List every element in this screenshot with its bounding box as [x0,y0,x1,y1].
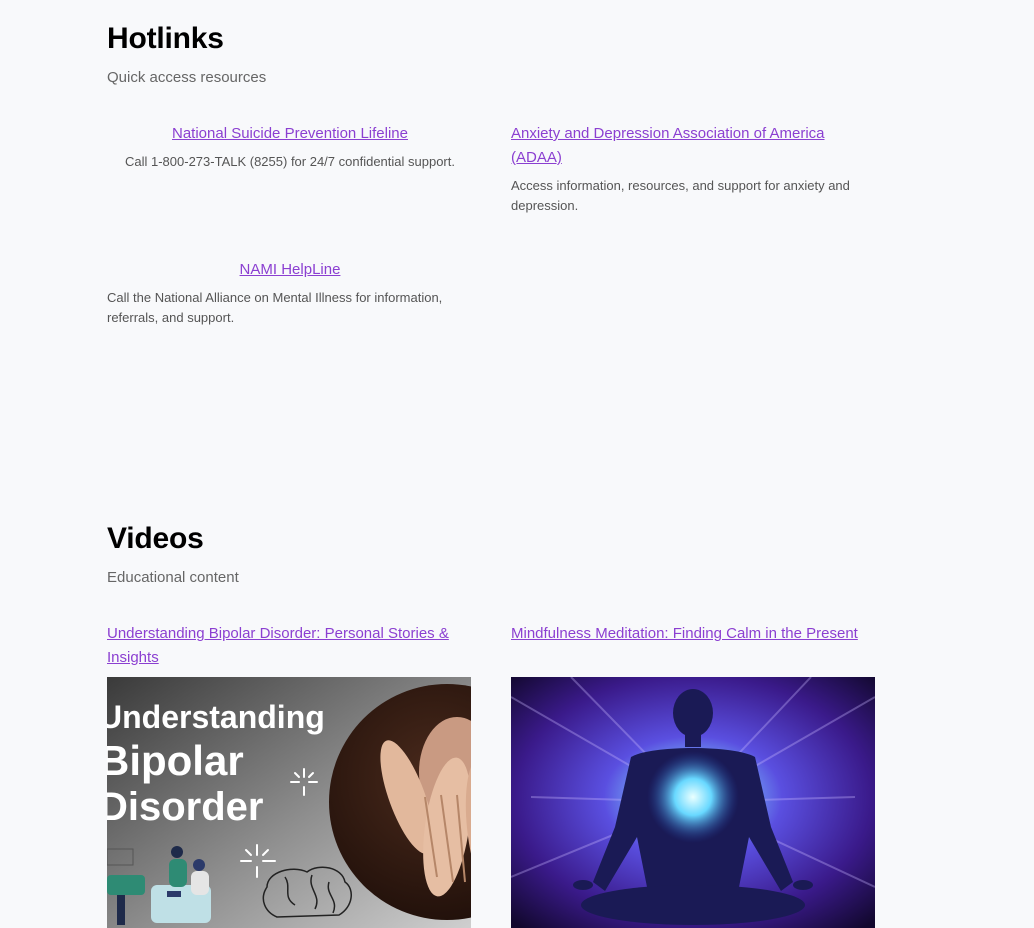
hotlink-card-nami: NAMI HelpLine Call the National Alliance… [107,258,473,328]
video-link-mindfulness[interactable]: Mindfulness Meditation: Finding Calm in … [511,625,858,642]
thumbnail-text-line-3: Disorder [107,785,264,829]
video-thumbnail-bipolar[interactable]: Understanding Bipolar Disorder [107,677,471,928]
hotlink-suicide-lifeline[interactable]: National Suicide Prevention Lifeline [172,125,408,142]
hotlink-nami-description: Call the National Alliance on Mental Ill… [107,290,443,325]
video-card-bipolar: Understanding Bipolar Disorder: Personal… [107,622,473,670]
hotlink-card-suicide-lifeline: National Suicide Prevention Lifeline Cal… [107,122,473,172]
hotlink-adaa-description: Access information, resources, and suppo… [511,178,850,213]
hotlink-nami[interactable]: NAMI HelpLine [240,261,341,278]
videos-subtitle: Educational content [107,569,239,586]
videos-title: Videos [107,522,204,555]
hotlinks-subtitle: Quick access resources [107,69,267,86]
hotlink-card-adaa: Anxiety and Depression Association of Am… [511,122,877,216]
videos-section: Videos Educational content Understanding… [107,522,877,928]
hotlinks-title: Hotlinks [107,22,224,55]
video-link-bipolar[interactable]: Understanding Bipolar Disorder: Personal… [107,625,449,666]
video-card-mindfulness: Mindfulness Meditation: Finding Calm in … [511,622,877,646]
thumbnail-text-line-1: Understanding [107,699,325,735]
hotlink-suicide-lifeline-description: Call 1-800-273-TALK (8255) for 24/7 conf… [124,154,455,169]
hotlink-adaa[interactable]: Anxiety and Depression Association of Am… [511,125,825,166]
video-thumbnail-mindfulness[interactable] [511,677,875,928]
thumbnail-text-line-2: Bipolar [107,737,244,784]
hotlinks-section: Hotlinks Quick access resources National… [107,22,877,442]
